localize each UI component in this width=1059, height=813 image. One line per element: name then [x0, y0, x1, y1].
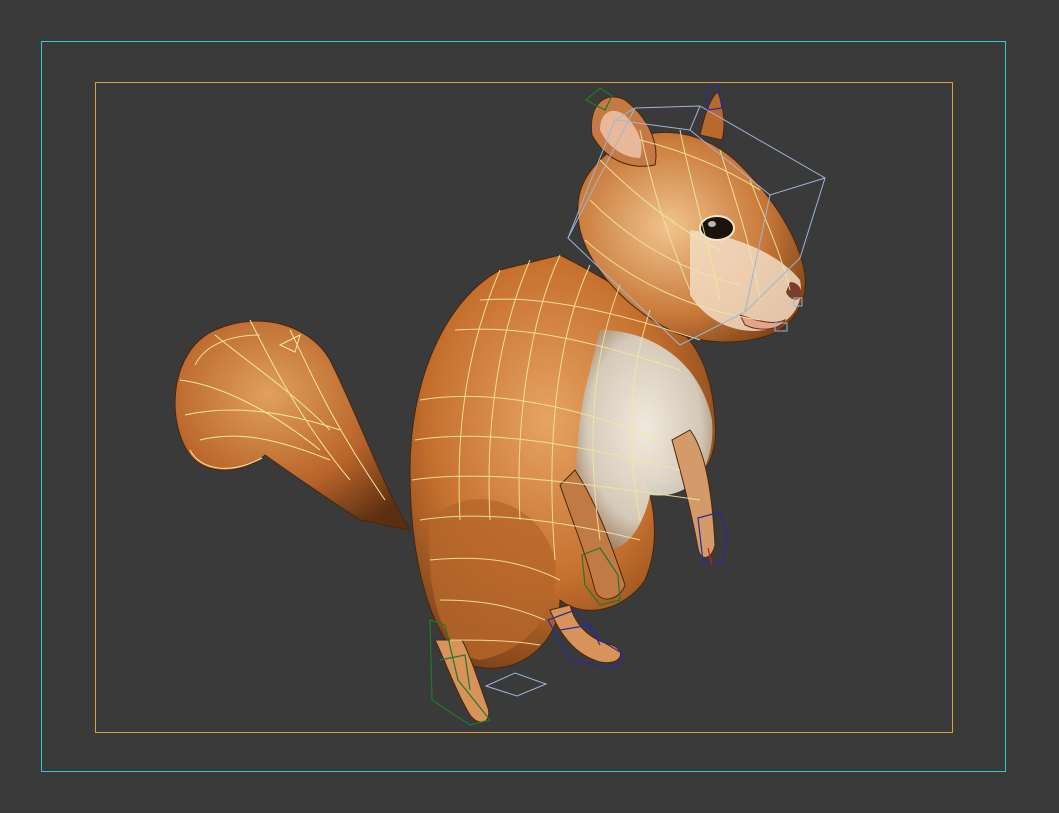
root-control[interactable]	[484, 672, 548, 697]
squirrel-tail[interactable]	[174, 319, 412, 531]
squirrel-foot-front[interactable]	[549, 604, 621, 664]
viewport[interactable]	[0, 0, 1059, 813]
scene-render[interactable]	[0, 0, 1059, 813]
